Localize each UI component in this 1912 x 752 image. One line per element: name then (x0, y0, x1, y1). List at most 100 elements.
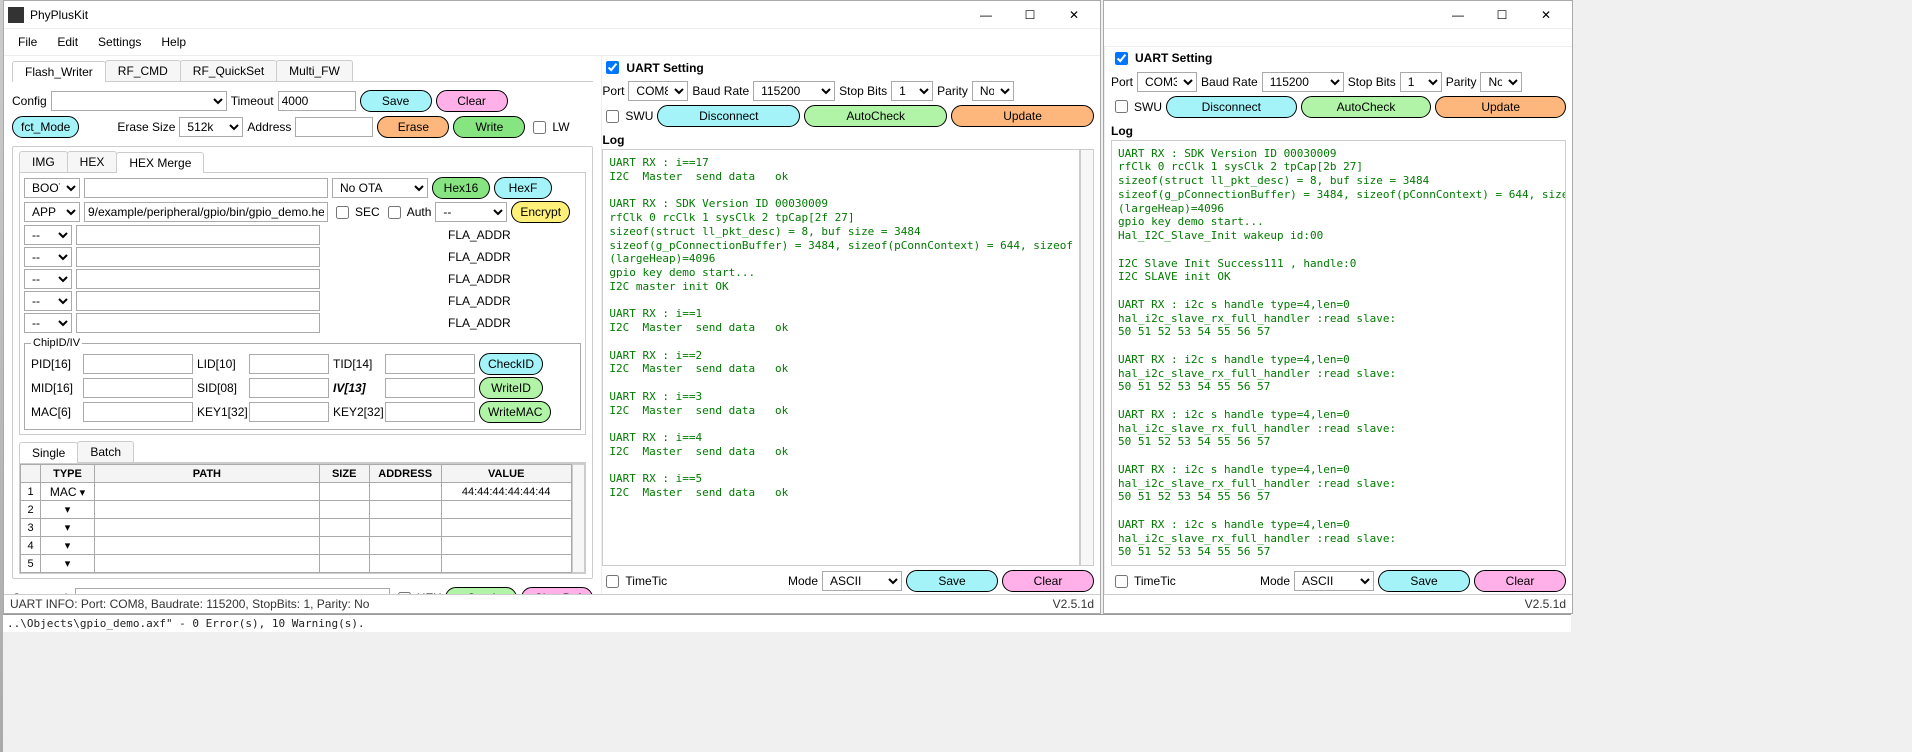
mode-label-2: Mode (1260, 574, 1290, 588)
writeid-button[interactable]: WriteID (479, 377, 543, 399)
key2-input[interactable] (385, 402, 475, 422)
uart-enable-checkbox[interactable] (606, 61, 619, 74)
save-button[interactable]: Save (360, 90, 432, 112)
autocheck-button[interactable]: AutoCheck (804, 105, 947, 127)
slot-select-3[interactable]: -- (24, 269, 72, 289)
app-path-input[interactable] (84, 202, 328, 222)
writemac-button[interactable]: WriteMAC (479, 401, 551, 423)
log-output-1[interactable]: UART RX : i==17 I2C Master send data ok … (602, 149, 1080, 566)
sec-checkbox[interactable]: SEC (332, 203, 380, 222)
menu-help[interactable]: Help (151, 31, 196, 53)
log-clear-button[interactable]: Clear (1002, 570, 1094, 592)
timetic-checkbox[interactable]: TimeTic (602, 572, 667, 591)
slot-path-1[interactable] (76, 225, 320, 245)
stopbits-select[interactable]: 1 (891, 81, 933, 101)
send-button[interactable]: Send (445, 587, 517, 594)
tab-multi-fw[interactable]: Multi_FW (276, 60, 353, 81)
uart-enable-checkbox-2[interactable] (1115, 52, 1128, 65)
timeout-input[interactable] (278, 91, 356, 111)
auth-checkbox[interactable]: Auth (384, 203, 432, 222)
mid-input[interactable] (83, 378, 193, 398)
log-clear-button-2[interactable]: Clear (1474, 570, 1566, 592)
checkid-button[interactable]: CheckID (479, 353, 543, 375)
baud-select[interactable]: 115200 (753, 81, 835, 101)
slot-select-2[interactable]: -- (24, 247, 72, 267)
tab-batch[interactable]: Batch (77, 441, 134, 462)
log-output-2[interactable]: UART RX : SDK Version ID 00030009 rfClk … (1111, 140, 1566, 567)
fct-mode-button[interactable]: fct_Mode (12, 116, 79, 138)
parity-select-2[interactable]: No (1480, 72, 1522, 92)
config-select[interactable] (51, 91, 227, 111)
log-save-button-2[interactable]: Save (1378, 570, 1470, 592)
iv-input[interactable] (385, 378, 475, 398)
grid-scrollbar[interactable] (572, 464, 586, 573)
timetic-checkbox-2[interactable]: TimeTic (1111, 572, 1176, 591)
tab-single[interactable]: Single (19, 442, 78, 463)
hexf-button[interactable]: HexF (494, 177, 552, 199)
tab-hex[interactable]: HEX (67, 151, 118, 172)
encrypt-button[interactable]: Encrypt (511, 201, 570, 223)
ota-select[interactable]: No OTA (332, 178, 428, 198)
port-select-2[interactable]: COM3 (1137, 72, 1197, 92)
mode-select[interactable]: ASCII (822, 571, 902, 591)
uart-panel-2: UART Setting Port COM3 Baud Rate 115200 … (1104, 47, 1572, 595)
port-label: Port (602, 84, 624, 98)
swu-checkbox[interactable]: SWU (602, 107, 653, 126)
auth-select[interactable]: -- (435, 202, 507, 222)
key1-input[interactable] (249, 402, 329, 422)
close-button[interactable]: ✕ (1052, 1, 1096, 29)
autocheck-button-2[interactable]: AutoCheck (1301, 96, 1432, 118)
erase-button[interactable]: Erase (377, 116, 449, 138)
slot-select-4[interactable]: -- (24, 291, 72, 311)
stopbits-select-2[interactable]: 1 (1400, 72, 1442, 92)
slot-select-1[interactable]: -- (24, 225, 72, 245)
port-select[interactable]: COM8 (628, 81, 688, 101)
slot-path-5[interactable] (76, 313, 320, 333)
baud-select-2[interactable]: 115200 (1262, 72, 1344, 92)
tab-rf-quickset[interactable]: RF_QuickSet (180, 60, 277, 81)
write-button[interactable]: Write (453, 116, 525, 138)
menu-edit[interactable]: Edit (47, 31, 88, 53)
log-scrollbar[interactable] (1080, 149, 1094, 566)
tab-hex-merge[interactable]: HEX Merge (116, 152, 204, 173)
log-save-button[interactable]: Save (906, 570, 998, 592)
slot-path-3[interactable] (76, 269, 320, 289)
parity-select[interactable]: No (972, 81, 1014, 101)
update-button-2[interactable]: Update (1435, 96, 1566, 118)
update-button[interactable]: Update (951, 105, 1094, 127)
boot-select[interactable]: BOOT (24, 178, 80, 198)
lw-checkbox[interactable]: LW (529, 118, 569, 137)
menu-settings[interactable]: Settings (88, 31, 151, 53)
disconnect-button-2[interactable]: Disconnect (1166, 96, 1297, 118)
data-grid[interactable]: TYPE PATH SIZE ADDRESS VALUE 1MAC ▾44:44… (20, 464, 572, 573)
tid-input[interactable] (385, 354, 475, 374)
clear-button[interactable]: Clear (436, 90, 508, 112)
slot-select-5[interactable]: -- (24, 313, 72, 333)
maximize-button-2[interactable]: ☐ (1480, 1, 1524, 29)
slot-path-4[interactable] (76, 291, 320, 311)
maximize-button[interactable]: ☐ (1008, 1, 1052, 29)
erase-size-select[interactable]: 512k (179, 117, 243, 137)
minimize-button[interactable]: — (964, 1, 1008, 29)
boot-path-input[interactable] (84, 178, 328, 198)
app-icon (8, 7, 24, 23)
mode-select-2[interactable]: ASCII (1294, 571, 1374, 591)
swu-checkbox-2[interactable]: SWU (1111, 97, 1162, 116)
menu-file[interactable]: File (8, 31, 47, 53)
tab-rf-cmd[interactable]: RF_CMD (105, 60, 181, 81)
hex16-button[interactable]: Hex16 (432, 177, 490, 199)
pid-input[interactable] (83, 354, 193, 374)
uart-title: UART Setting (626, 61, 703, 75)
sid-input[interactable] (249, 378, 329, 398)
clearbuf-button[interactable]: ClearBuf (521, 587, 593, 594)
app-select[interactable]: APP (24, 202, 80, 222)
minimize-button-2[interactable]: — (1436, 1, 1480, 29)
tab-img[interactable]: IMG (19, 151, 68, 172)
tab-flash-writer[interactable]: Flash_Writer (12, 61, 106, 82)
slot-path-2[interactable] (76, 247, 320, 267)
address-input[interactable] (295, 117, 373, 137)
disconnect-button[interactable]: Disconnect (657, 105, 800, 127)
close-button-2[interactable]: ✕ (1524, 1, 1568, 29)
mac-input[interactable] (83, 402, 193, 422)
lid-input[interactable] (249, 354, 329, 374)
